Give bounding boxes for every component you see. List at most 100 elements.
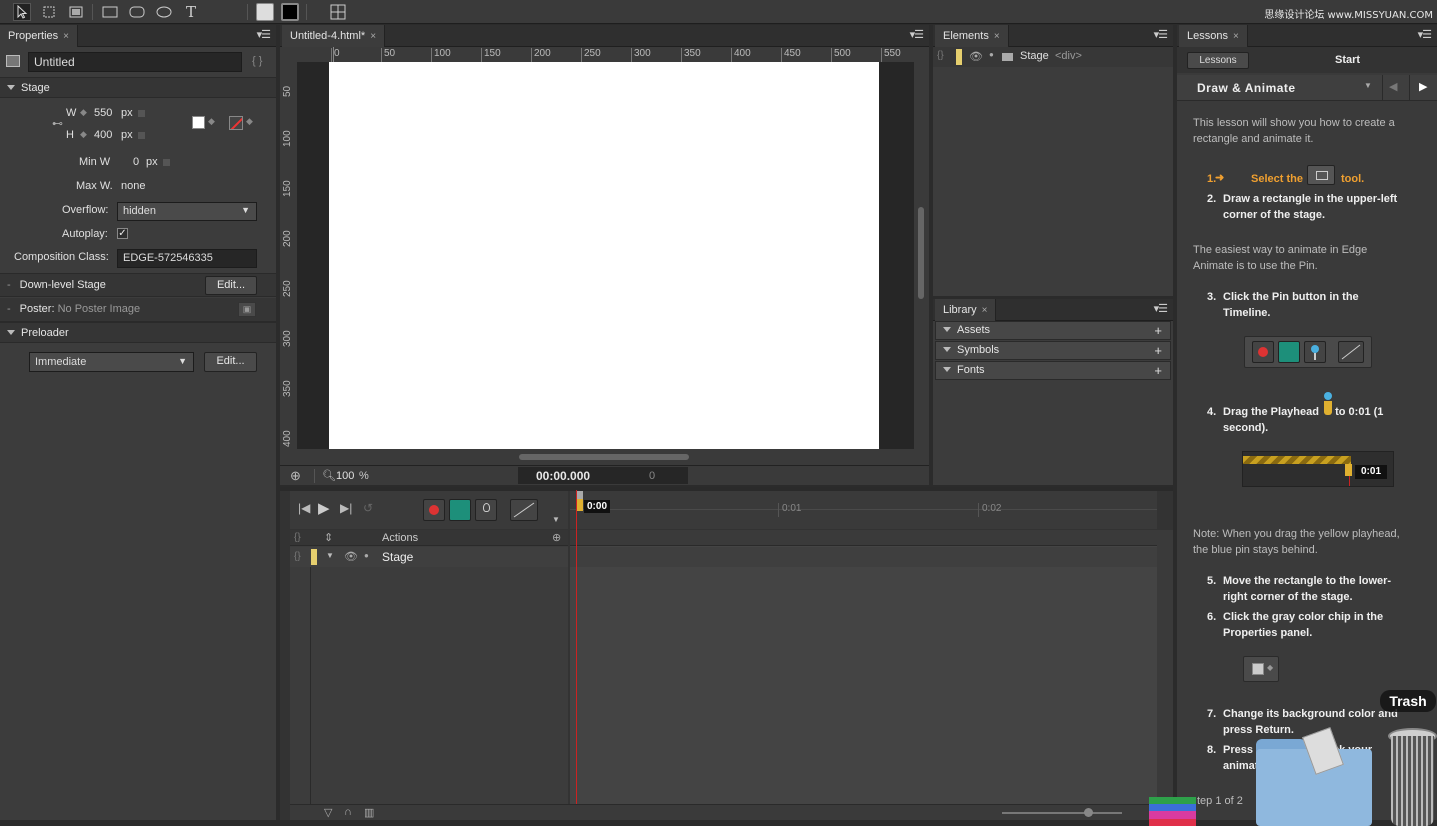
ellipse-tool-icon[interactable]: [155, 3, 173, 21]
link-icon[interactable]: ⊷: [52, 117, 63, 130]
transform-tool-icon[interactable]: [40, 3, 58, 21]
stage[interactable]: [329, 62, 879, 449]
loop-icon[interactable]: ↺: [363, 501, 373, 515]
collapse-all-icon[interactable]: ⇕: [324, 531, 333, 544]
filter-icon[interactable]: ▽: [324, 806, 332, 819]
label-color-chip[interactable]: [956, 49, 962, 65]
panel-menu-icon[interactable]: ▾☰: [910, 28, 924, 41]
tab-document[interactable]: Untitled-4.html* ×: [282, 25, 386, 47]
frame-value[interactable]: 0: [649, 470, 655, 482]
eye-icon[interactable]: 👁︎: [969, 50, 983, 63]
current-time[interactable]: 00:00.000: [536, 469, 590, 483]
rectangle-tool-icon[interactable]: [101, 3, 119, 21]
lesson-title[interactable]: Draw & Animate: [1197, 81, 1296, 95]
add-action-icon[interactable]: ⊕: [552, 531, 561, 544]
stage-layer-row[interactable]: {} ▼ 👁︎ ● Stage: [290, 547, 568, 567]
horizontal-scrollbar[interactable]: [297, 449, 914, 465]
label-color-chip[interactable]: [311, 549, 317, 565]
tab-lessons[interactable]: Lessons ×: [1179, 25, 1248, 47]
min-width-pin[interactable]: [163, 159, 170, 166]
snap-icon[interactable]: ∩: [344, 806, 352, 818]
code-brackets-icon[interactable]: { }: [252, 55, 262, 67]
actions-row[interactable]: {} ⇕ Actions ⊕: [290, 530, 568, 546]
lock-dot-icon[interactable]: ●: [989, 50, 994, 59]
preloader-edit-button[interactable]: Edit...: [204, 352, 257, 372]
lock-dot-icon[interactable]: ●: [364, 551, 369, 560]
min-width-value[interactable]: 0: [133, 156, 139, 168]
prev-lesson-icon[interactable]: ◀: [1389, 80, 1397, 93]
width-pin[interactable]: [138, 110, 145, 117]
timeline-options-icon[interactable]: ▼: [552, 515, 560, 524]
code-brackets-icon[interactable]: {}: [937, 50, 944, 61]
expand-icon[interactable]: ▼: [326, 551, 334, 560]
keyframe-diamond-icon[interactable]: ◆: [208, 116, 215, 127]
panel-menu-icon[interactable]: ▾☰: [1154, 302, 1168, 315]
tab-library[interactable]: Library ×: [935, 299, 997, 321]
clipping-tool-icon[interactable]: [67, 3, 85, 21]
border-color-chip[interactable]: [281, 3, 299, 21]
ruler-label: 350: [681, 48, 701, 62]
library-section-fonts[interactable]: Fonts +: [935, 361, 1171, 380]
zoom-value[interactable]: 100: [336, 470, 354, 482]
playhead-handle[interactable]: [576, 499, 583, 511]
panel-menu-icon[interactable]: ▾☰: [1154, 28, 1168, 41]
vertical-scrollbar[interactable]: [914, 62, 929, 465]
lessons-back-button[interactable]: Lessons: [1187, 52, 1249, 69]
zoom-icon[interactable]: 🔍︎: [322, 469, 336, 482]
code-brackets-icon[interactable]: {}: [294, 532, 301, 543]
preloader-section[interactable]: Preloader: [0, 322, 276, 343]
keyframe-diamond-icon[interactable]: ◆: [80, 129, 87, 140]
ruler-label: 400: [731, 48, 751, 62]
width-value[interactable]: 550: [94, 107, 112, 119]
pin-icon[interactable]: [475, 499, 497, 521]
height-pin[interactable]: [138, 132, 145, 139]
go-to-start-icon[interactable]: |◀: [298, 501, 310, 515]
play-icon[interactable]: ▶: [318, 499, 330, 517]
camera-icon[interactable]: ▣: [238, 302, 256, 317]
crosshair-icon[interactable]: ⊕: [290, 468, 301, 484]
trash-icon[interactable]: [1388, 728, 1437, 826]
next-lesson-icon[interactable]: ▶: [1419, 80, 1427, 93]
code-brackets-icon[interactable]: {}: [294, 551, 301, 562]
panel-menu-icon[interactable]: ▾☰: [1418, 28, 1432, 41]
text-tool-icon[interactable]: T: [182, 3, 200, 21]
lessons-start-link[interactable]: Start: [1335, 54, 1360, 66]
background-color-chip[interactable]: [192, 116, 205, 129]
go-to-end-icon[interactable]: ▶|: [340, 501, 352, 515]
overflow-select[interactable]: hidden ▼: [117, 202, 257, 221]
grid-icon[interactable]: [329, 3, 347, 21]
app-icon[interactable]: [1149, 797, 1196, 826]
tab-elements[interactable]: Elements ×: [935, 25, 1009, 47]
selection-tool-icon[interactable]: [13, 3, 31, 21]
grid-icon[interactable]: ▥: [364, 806, 374, 819]
library-section-symbols[interactable]: Symbols +: [935, 341, 1171, 360]
panel-menu-icon[interactable]: ▾☰: [257, 28, 271, 41]
folder-icon[interactable]: [1256, 727, 1372, 826]
title-field[interactable]: Untitled: [28, 52, 242, 72]
stopwatch-icon[interactable]: [423, 499, 445, 521]
keyframe-diamond-icon[interactable]: ◆: [80, 107, 87, 118]
elements-stage-row[interactable]: {} 👁︎ ● Stage <div>: [933, 47, 1173, 67]
easing-icon[interactable]: [510, 499, 538, 521]
zoom-slider[interactable]: [1002, 812, 1122, 814]
stage-section[interactable]: Stage: [0, 77, 276, 98]
tab-properties[interactable]: Properties ×: [0, 25, 78, 47]
add-icon: +: [1154, 323, 1162, 338]
autoplay-checkbox[interactable]: ✓: [117, 228, 128, 239]
composition-class-field[interactable]: EDGE-572546335: [117, 249, 257, 268]
rounded-rectangle-tool-icon[interactable]: [128, 3, 146, 21]
eye-icon[interactable]: 👁︎: [344, 550, 358, 563]
timeline-scrollbar[interactable]: [1157, 530, 1173, 804]
down-level-edit-button[interactable]: Edit...: [205, 276, 257, 295]
timeline-mark: 0:01: [782, 503, 802, 514]
preloader-select[interactable]: Immediate ▼: [29, 352, 194, 372]
library-section-assets[interactable]: Assets +: [935, 321, 1171, 340]
keyframe-diamond-icon[interactable]: ◆: [246, 116, 253, 127]
auto-keyframe-icon[interactable]: [449, 499, 471, 521]
height-value[interactable]: 400: [94, 129, 112, 141]
max-width-value[interactable]: none: [121, 180, 145, 192]
lesson-dropdown-icon[interactable]: ▼: [1364, 81, 1372, 90]
no-fill-chip[interactable]: [229, 116, 243, 130]
yellow-playhead-icon: [1324, 401, 1332, 415]
fill-color-chip[interactable]: [256, 3, 274, 21]
